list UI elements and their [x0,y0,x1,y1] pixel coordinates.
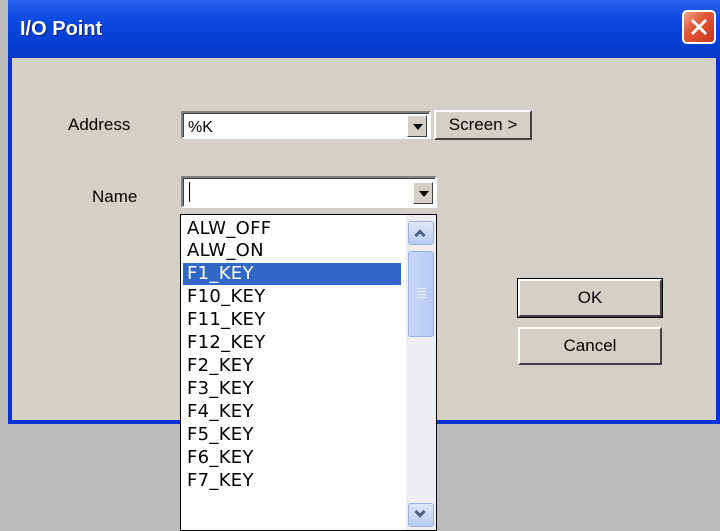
list-item[interactable]: F6_KEY [183,447,401,469]
scroll-up-button[interactable] [408,221,434,245]
address-value: %K [188,119,213,136]
chevron-up-icon [414,229,426,241]
title-bar[interactable]: I/O Point [8,0,720,58]
list-item[interactable]: F4_KEY [183,401,401,423]
grip-line [417,291,426,292]
close-icon [690,18,708,36]
chevron-down-icon [413,124,423,130]
close-button[interactable] [682,10,716,44]
list-item[interactable]: F12_KEY [183,332,401,354]
chevron-down-icon [419,191,429,197]
scroll-down-button[interactable] [408,503,434,527]
address-combo[interactable]: %K [181,111,431,139]
grip-line [417,294,426,295]
chevron-down-icon [414,506,426,518]
ok-button[interactable]: OK [517,278,663,318]
name-label: Name [92,187,138,206]
list-item[interactable]: F5_KEY [183,424,401,446]
list-item[interactable]: F7_KEY [183,470,401,492]
list-item[interactable]: ALW_ON [183,240,401,262]
name-dropdown-list[interactable]: ALW_OFF ALW_ON F1_KEY F10_KEY F11_KEY F1… [180,214,437,531]
name-combo[interactable] [181,176,437,208]
address-dropdown-button[interactable] [407,115,427,137]
screen-button[interactable]: Screen > [434,110,532,140]
list-item[interactable]: F2_KEY [183,355,401,377]
scroll-thumb[interactable] [408,251,434,337]
cancel-button[interactable]: Cancel [518,327,662,365]
list-item[interactable]: F11_KEY [183,309,401,331]
list-item[interactable]: F3_KEY [183,378,401,400]
address-label: Address [68,115,131,134]
name-dropdown-button[interactable] [413,182,433,204]
text-caret [189,182,190,202]
list-scrollbar[interactable] [406,215,436,530]
list-item[interactable]: F10_KEY [183,286,401,308]
grip-line [417,288,426,289]
dialog-title: I/O Point [20,18,103,40]
list-item[interactable]: ALW_OFF [183,218,401,240]
list-item-selected[interactable]: F1_KEY [183,263,401,285]
grip-line [417,297,426,298]
